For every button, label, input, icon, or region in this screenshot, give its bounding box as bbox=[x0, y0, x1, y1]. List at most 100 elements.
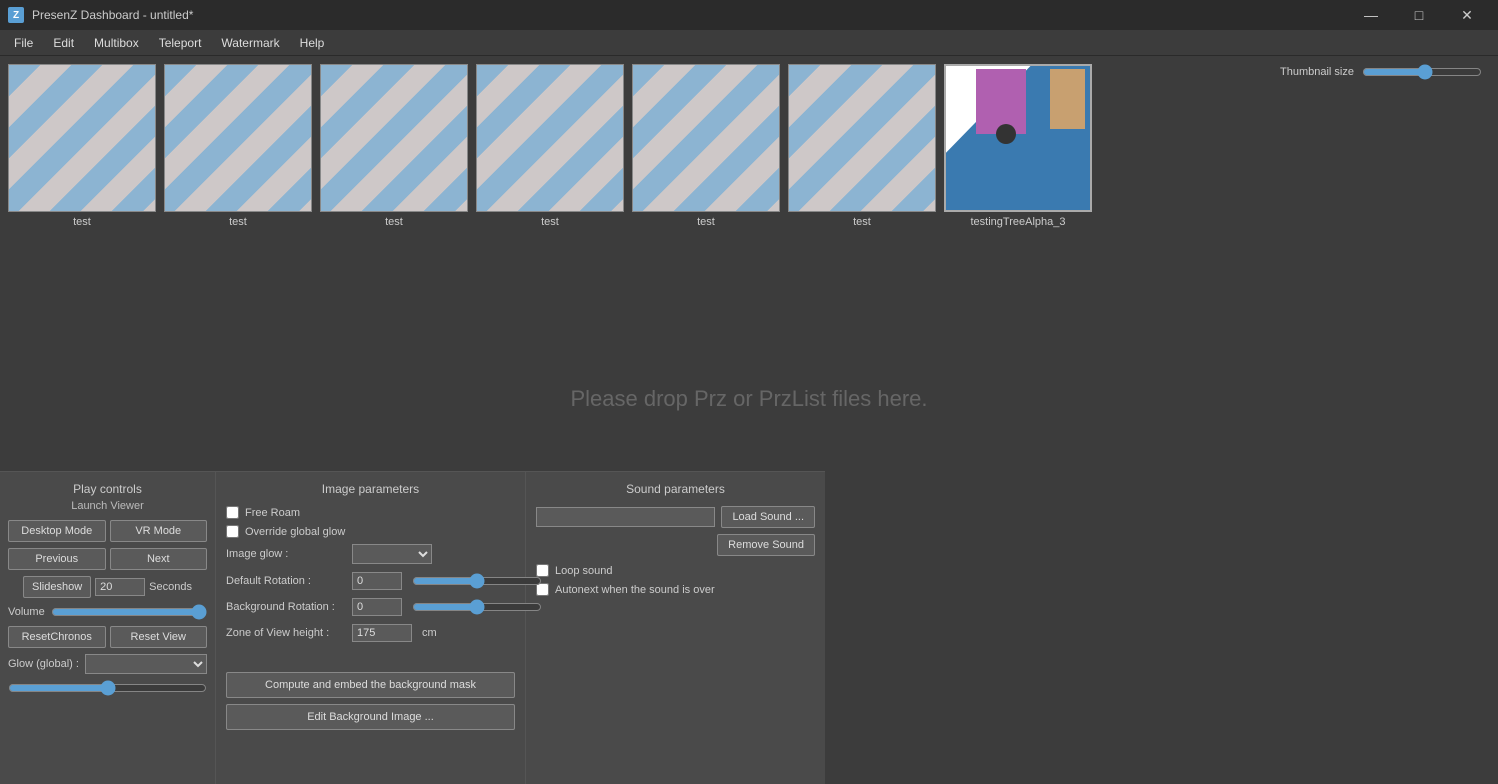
volume-row: Volume bbox=[8, 604, 207, 620]
autonext-row: Autonext when the sound is over bbox=[536, 583, 815, 596]
sound-file-input[interactable] bbox=[536, 507, 715, 527]
background-rotation-row: Background Rotation : bbox=[226, 598, 515, 616]
reset-view-button[interactable]: Reset View bbox=[110, 626, 208, 648]
remove-sound-row: Remove Sound bbox=[536, 534, 815, 556]
cm-label: cm bbox=[422, 627, 437, 639]
nav-buttons-row: Previous Next bbox=[8, 548, 207, 570]
play-controls-panel: Play controls Launch Viewer Desktop Mode… bbox=[0, 471, 215, 784]
zone-height-label: Zone of View height : bbox=[226, 627, 346, 639]
thumbnail-stripe-2 bbox=[321, 65, 467, 211]
default-rotation-input[interactable] bbox=[352, 572, 402, 590]
menu-watermark[interactable]: Watermark bbox=[211, 34, 289, 52]
thumbnail-size-control: Thumbnail size bbox=[1280, 64, 1482, 80]
default-rotation-slider[interactable] bbox=[412, 573, 542, 589]
reset-chronos-button[interactable]: ResetChronos bbox=[8, 626, 106, 648]
background-rotation-label: Background Rotation : bbox=[226, 601, 346, 613]
thumbnail-item-4[interactable]: test bbox=[632, 64, 780, 228]
thumbnail-label-1: test bbox=[229, 216, 247, 228]
background-rotation-slider[interactable] bbox=[412, 599, 542, 615]
glow-select[interactable] bbox=[85, 654, 207, 674]
menu-file[interactable]: File bbox=[4, 34, 43, 52]
thumbnail-item-0[interactable]: test bbox=[8, 64, 156, 228]
thumbnail-label-2: test bbox=[385, 216, 403, 228]
override-glow-checkbox[interactable] bbox=[226, 525, 239, 538]
menu-help[interactable]: Help bbox=[290, 34, 335, 52]
sound-params-title: Sound parameters bbox=[536, 482, 815, 496]
loop-sound-label: Loop sound bbox=[555, 565, 613, 577]
thumbnail-stripe-0 bbox=[9, 65, 155, 211]
drop-zone: Please drop Prz or PrzList files here. bbox=[0, 326, 1498, 471]
menu-teleport[interactable]: Teleport bbox=[149, 34, 212, 52]
desktop-mode-button[interactable]: Desktop Mode bbox=[8, 520, 106, 542]
thumbnail-image-0 bbox=[8, 64, 156, 212]
override-glow-row: Override global glow bbox=[226, 525, 515, 538]
thumbnail-special-6 bbox=[946, 64, 1090, 212]
menu-edit[interactable]: Edit bbox=[43, 34, 84, 52]
default-rotation-row: Default Rotation : bbox=[226, 572, 515, 590]
image-glow-select[interactable] bbox=[352, 544, 432, 564]
minimize-button[interactable]: — bbox=[1348, 0, 1394, 30]
drop-zone-text: Please drop Prz or PrzList files here. bbox=[570, 386, 927, 412]
thumbnail-image-3 bbox=[476, 64, 624, 212]
extra-slider-row bbox=[8, 680, 207, 696]
override-glow-label: Override global glow bbox=[245, 526, 345, 538]
close-button[interactable]: ✕ bbox=[1444, 0, 1490, 30]
thumbnail-item-2[interactable]: test bbox=[320, 64, 468, 228]
seconds-label: Seconds bbox=[149, 581, 192, 593]
slideshow-row: Slideshow Seconds bbox=[8, 576, 207, 598]
image-glow-row: Image glow : bbox=[226, 544, 515, 564]
window-title: PresenZ Dashboard - untitled* bbox=[32, 8, 193, 22]
extra-slider[interactable] bbox=[8, 680, 207, 696]
thumbnail-image-1 bbox=[164, 64, 312, 212]
vr-mode-button[interactable]: VR Mode bbox=[110, 520, 208, 542]
glow-label: Glow (global) : bbox=[8, 658, 79, 670]
thumbnail-item-5[interactable]: test bbox=[788, 64, 936, 228]
action-buttons: Compute and embed the background mask Ed… bbox=[226, 672, 515, 736]
previous-button[interactable]: Previous bbox=[8, 548, 106, 570]
thumbnail-bug bbox=[996, 124, 1016, 144]
launch-viewer-label: Launch Viewer bbox=[8, 500, 207, 512]
title-bar-controls: — □ ✕ bbox=[1348, 0, 1490, 30]
thumbnail-label-4: test bbox=[697, 216, 715, 228]
thumbnail-stripe-1 bbox=[165, 65, 311, 211]
thumbnail-item-3[interactable]: test bbox=[476, 64, 624, 228]
seconds-input[interactable] bbox=[95, 578, 145, 596]
thumbnail-size-label: Thumbnail size bbox=[1280, 66, 1354, 78]
thumbnail-beige-rect bbox=[1050, 69, 1085, 129]
load-sound-button[interactable]: Load Sound ... bbox=[721, 506, 815, 528]
volume-slider[interactable] bbox=[51, 604, 207, 620]
volume-label: Volume bbox=[8, 606, 45, 618]
app-icon: Z bbox=[8, 7, 24, 23]
bottom-panels: Play controls Launch Viewer Desktop Mode… bbox=[0, 471, 1498, 784]
remove-sound-button[interactable]: Remove Sound bbox=[717, 534, 815, 556]
menu-multibox[interactable]: Multibox bbox=[84, 34, 149, 52]
thumbnail-image-5 bbox=[788, 64, 936, 212]
sound-file-row: Load Sound ... bbox=[536, 506, 815, 528]
background-rotation-slider-wrap bbox=[412, 599, 542, 615]
thumbnail-size-slider[interactable] bbox=[1362, 64, 1482, 80]
compute-embed-button[interactable]: Compute and embed the background mask bbox=[226, 672, 515, 698]
default-rotation-label: Default Rotation : bbox=[226, 575, 346, 587]
glow-row: Glow (global) : bbox=[8, 654, 207, 674]
title-bar: Z PresenZ Dashboard - untitled* — □ ✕ bbox=[0, 0, 1498, 30]
next-button[interactable]: Next bbox=[110, 548, 208, 570]
sound-params-panel: Sound parameters Load Sound ... Remove S… bbox=[525, 471, 825, 784]
thumbnail-item-6[interactable]: testingTreeAlpha_3 bbox=[944, 64, 1092, 228]
free-roam-checkbox[interactable] bbox=[226, 506, 239, 519]
background-rotation-input[interactable] bbox=[352, 598, 402, 616]
image-glow-label: Image glow : bbox=[226, 548, 346, 560]
thumbnail-label-3: test bbox=[541, 216, 559, 228]
slideshow-button[interactable]: Slideshow bbox=[23, 576, 91, 598]
zone-height-input[interactable] bbox=[352, 624, 412, 642]
thumbnail-bar: test test test test test test bbox=[0, 56, 1498, 326]
edit-background-button[interactable]: Edit Background Image ... bbox=[226, 704, 515, 730]
thumbnail-item-1[interactable]: test bbox=[164, 64, 312, 228]
menu-bar: File Edit Multibox Teleport Watermark He… bbox=[0, 30, 1498, 56]
play-controls-title: Play controls bbox=[8, 482, 207, 496]
thumbnail-label-6: testingTreeAlpha_3 bbox=[971, 216, 1066, 228]
thumbnail-image-2 bbox=[320, 64, 468, 212]
free-roam-label: Free Roam bbox=[245, 507, 300, 519]
image-params-panel: Image parameters Free Roam Override glob… bbox=[215, 471, 525, 784]
maximize-button[interactable]: □ bbox=[1396, 0, 1442, 30]
thumbnail-label-0: test bbox=[73, 216, 91, 228]
